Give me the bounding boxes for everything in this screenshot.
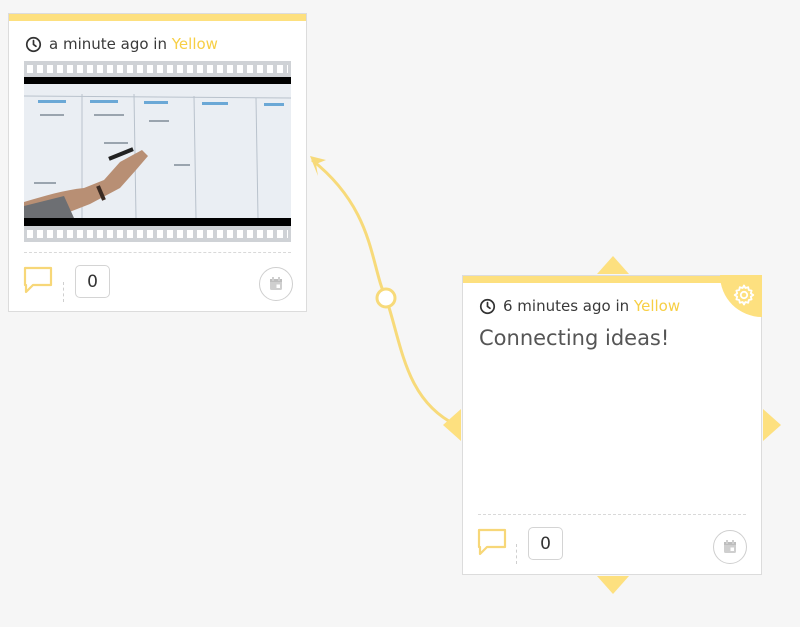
card-footer-divider: [478, 514, 746, 515]
connect-handle-right[interactable]: [763, 409, 783, 441]
video-still: [24, 84, 291, 218]
comment-count[interactable]: 0: [528, 527, 563, 560]
card-footer-divider: [24, 252, 291, 253]
space-link[interactable]: Yellow: [634, 297, 680, 315]
video-card[interactable]: a minute ago in Yellow 0: [8, 13, 307, 312]
film-strip-top: [24, 61, 291, 77]
card-top-bar: [463, 276, 761, 283]
speech-bubble-icon[interactable]: [476, 527, 508, 557]
note-card[interactable]: 6 minutes ago in Yellow Connecting ideas…: [462, 275, 762, 575]
connect-handle-left[interactable]: [441, 409, 461, 441]
card-meta: a minute ago in Yellow: [25, 35, 218, 53]
video-frame: [24, 77, 291, 226]
connect-handle-down[interactable]: [597, 576, 629, 596]
film-strip-bottom: [24, 226, 291, 242]
space-link[interactable]: Yellow: [172, 35, 218, 53]
footer-separator: [63, 282, 64, 302]
settings-button[interactable]: [720, 275, 762, 317]
connector-handle: [375, 287, 397, 309]
connect-handle-up[interactable]: [597, 254, 629, 274]
calendar-icon: [270, 277, 282, 290]
clock-icon: [479, 298, 496, 314]
note-text[interactable]: Connecting ideas!: [479, 326, 669, 350]
card-time: 6 minutes ago in: [503, 297, 630, 315]
speech-bubble-icon[interactable]: [22, 265, 54, 295]
footer-separator: [516, 544, 517, 564]
card-top-bar: [9, 14, 306, 21]
calendar-button[interactable]: [259, 267, 293, 301]
card-meta: 6 minutes ago in Yellow: [479, 297, 680, 315]
calendar-icon: [724, 540, 736, 553]
clock-icon: [25, 36, 42, 52]
comment-count[interactable]: 0: [75, 265, 110, 298]
video-thumbnail[interactable]: [24, 61, 291, 242]
calendar-button[interactable]: [713, 530, 747, 564]
gear-icon: [733, 284, 755, 306]
card-time: a minute ago in: [49, 35, 167, 53]
connector-arrowhead: [310, 156, 326, 176]
